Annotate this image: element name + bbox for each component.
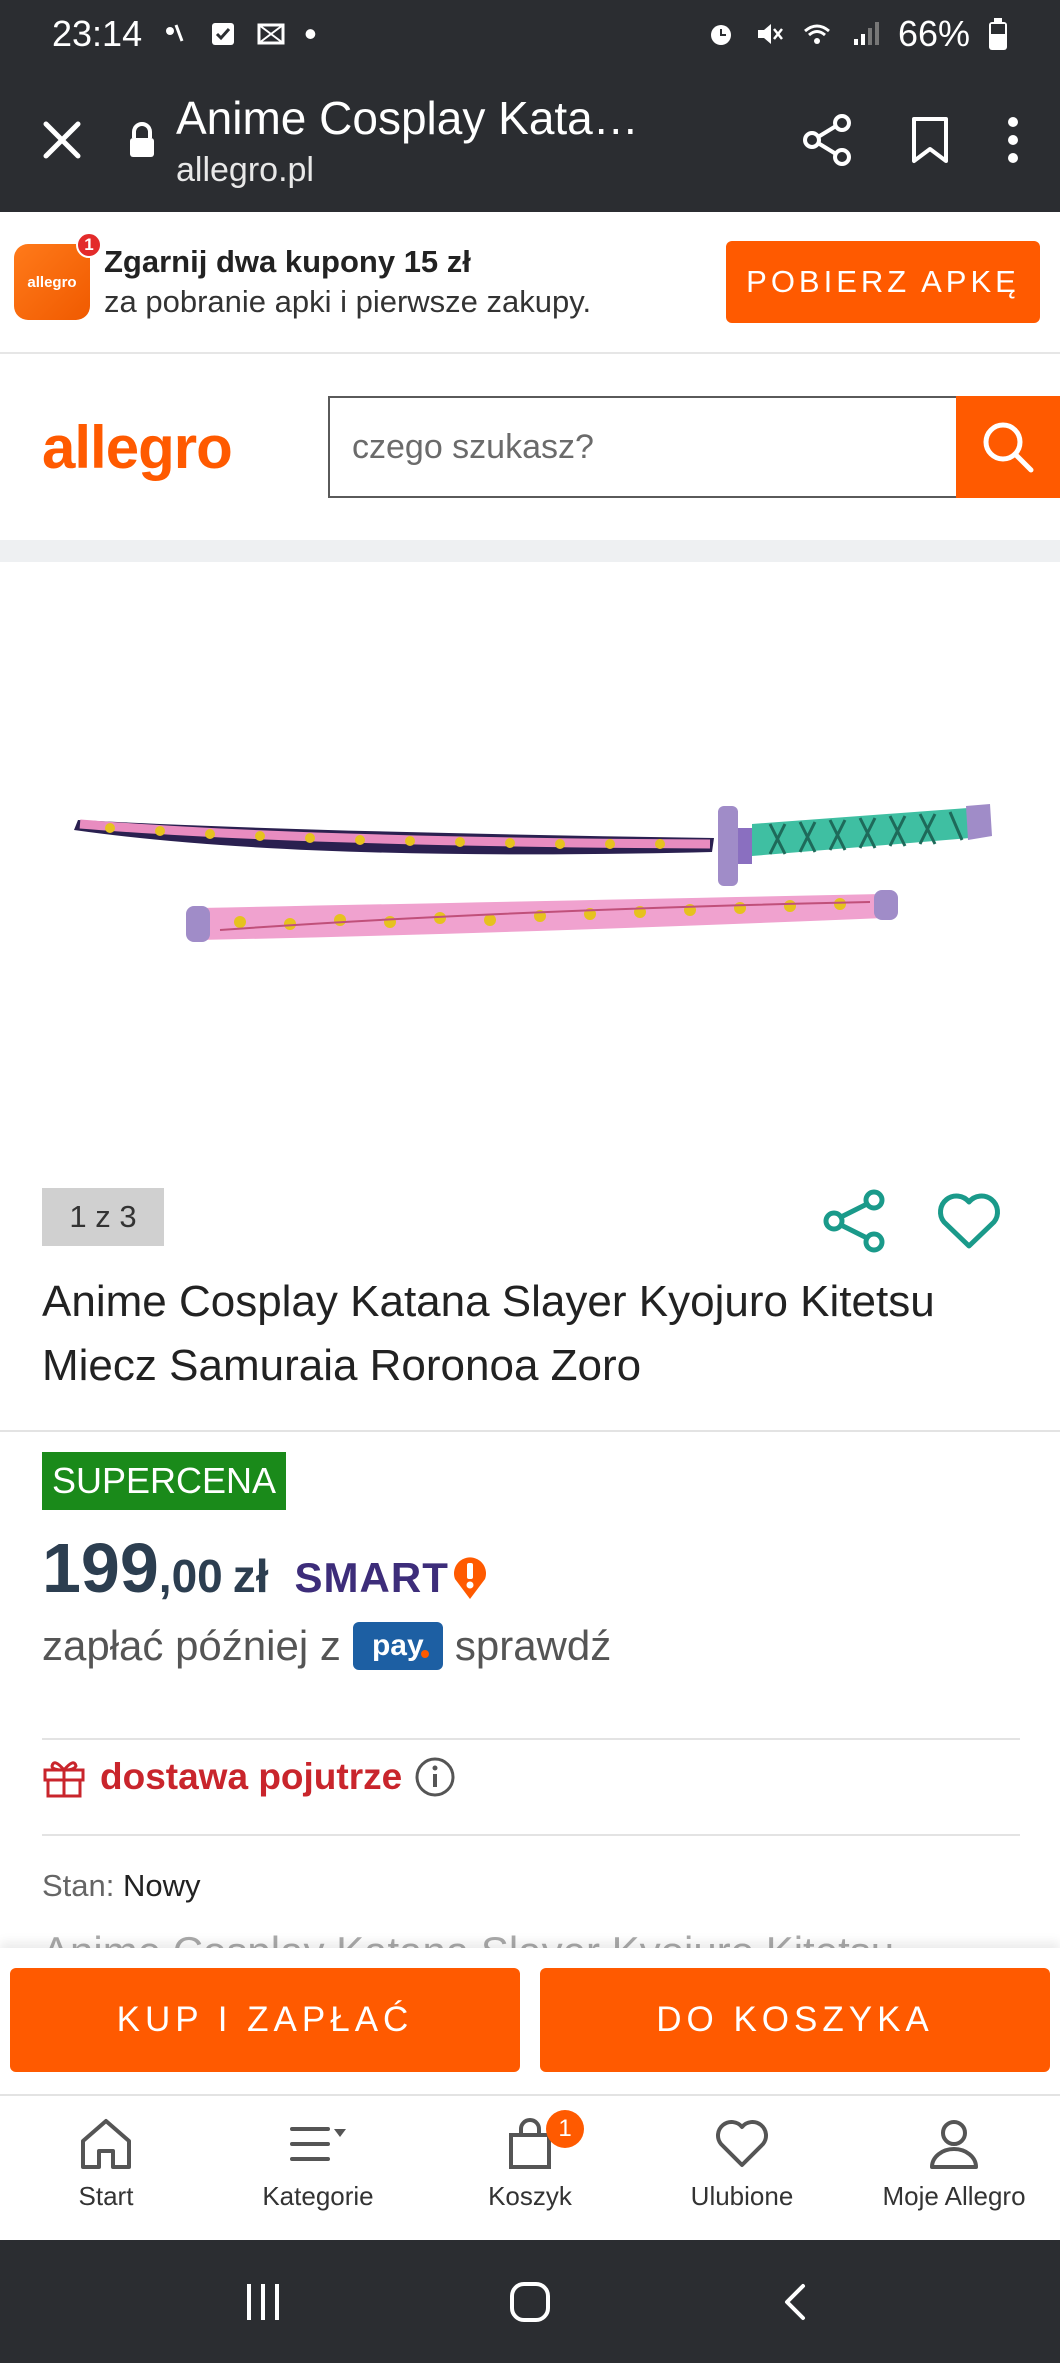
close-icon[interactable] bbox=[42, 120, 82, 160]
search-button[interactable] bbox=[956, 396, 1060, 498]
status-bar: 23:14 • 66% bbox=[0, 0, 1060, 68]
bookmark-icon[interactable] bbox=[910, 115, 950, 165]
price-currency: zł bbox=[232, 1550, 269, 1602]
divider bbox=[42, 1738, 1020, 1740]
price-decimal: ,00 bbox=[158, 1550, 223, 1602]
app-icon bbox=[257, 23, 285, 45]
wifi-icon bbox=[803, 24, 830, 44]
nav-moje-allegro[interactable]: Moje Allegro bbox=[848, 2096, 1060, 2232]
product-image bbox=[74, 804, 992, 942]
address-bar[interactable]: Anime Cosplay Katana Slayer Kyojuro alle… bbox=[176, 91, 802, 190]
purchase-action-bar: KUP I ZAPŁAĆ DO KOSZYKA bbox=[0, 1948, 1060, 2094]
pay-badge-label: pay bbox=[371, 1629, 424, 1662]
signal-icon bbox=[853, 22, 879, 45]
share-icon[interactable] bbox=[802, 113, 854, 167]
site-header: allegro czego szukasz? bbox=[0, 356, 1060, 538]
condition-row: Stan: Nowy bbox=[42, 1868, 201, 1904]
battery-text: 66% bbox=[897, 13, 970, 54]
section-separator bbox=[0, 540, 1060, 562]
supercena-badge: SUPERCENA bbox=[42, 1452, 286, 1510]
home-icon bbox=[81, 2118, 131, 2169]
nav-moje-allegro-label: Moje Allegro bbox=[882, 2180, 1026, 2211]
info-icon[interactable] bbox=[414, 1756, 456, 1798]
browser-toolbar: Anime Cosplay Katana Slayer Kyojuro alle… bbox=[0, 68, 1060, 212]
condition-label: Stan: bbox=[42, 1868, 115, 1903]
smart-badge[interactable]: SMART bbox=[295, 1554, 489, 1602]
checkbox-icon bbox=[212, 23, 235, 45]
cart-count-badge: 1 bbox=[546, 2110, 584, 2148]
page-url: allegro.pl bbox=[176, 150, 314, 189]
delivery-text: dostawa pojutrze bbox=[100, 1756, 403, 1797]
nav-koszyk-label: Koszyk bbox=[488, 2180, 572, 2211]
mute-icon bbox=[757, 24, 783, 44]
buy-now-button[interactable]: KUP I ZAPŁAĆ bbox=[10, 1968, 520, 2072]
pay-later-check-link[interactable]: sprawdź bbox=[455, 1622, 611, 1670]
promo-subtitle: za pobranie apki i pierwsze zakupy. bbox=[104, 284, 592, 319]
user-icon bbox=[930, 2119, 978, 2169]
page-title: Anime Cosplay Katana Slayer Kyojuro bbox=[176, 91, 656, 144]
share-icon[interactable] bbox=[822, 1188, 888, 1254]
product-title: Anime Cosplay Katana Slayer Kyojuro Kite… bbox=[42, 1277, 935, 1390]
download-app-button[interactable]: POBIERZ APKĘ bbox=[726, 241, 1040, 323]
search-bar: czego szukasz? bbox=[328, 396, 1060, 498]
gift-icon bbox=[43, 1761, 85, 1798]
nav-start[interactable]: Start bbox=[0, 2096, 212, 2232]
battery-icon bbox=[989, 18, 1007, 50]
system-navigation-bar bbox=[0, 2240, 1060, 2363]
nav-ulubione-label: Ulubione bbox=[690, 2180, 794, 2211]
favorite-heart-icon[interactable] bbox=[936, 1190, 1002, 1252]
more-menu-icon[interactable] bbox=[1006, 116, 1020, 164]
app-icon[interactable]: allegro 1 bbox=[14, 232, 102, 320]
notification-icon bbox=[166, 24, 184, 42]
allegro-logo[interactable]: allegro bbox=[42, 413, 286, 482]
delivery-info[interactable]: dostawa pojutrze bbox=[42, 1756, 456, 1798]
price: 199 ,00 zł SMART bbox=[42, 1528, 489, 1608]
menu-icon bbox=[290, 2126, 346, 2161]
smart-exclamation-icon bbox=[453, 1557, 486, 1599]
status-time: 23:14 bbox=[52, 13, 143, 54]
condition-value: Nowy bbox=[123, 1868, 201, 1903]
divider bbox=[42, 1834, 1020, 1836]
lock-icon bbox=[130, 122, 154, 157]
dot-icon: • bbox=[304, 13, 317, 54]
allegro-pay-badge: pay bbox=[352, 1622, 443, 1670]
add-to-cart-button[interactable]: DO KOSZYKA bbox=[540, 1968, 1050, 2072]
nav-start-label: Start bbox=[78, 2180, 134, 2211]
smart-label: SMART bbox=[294, 1554, 449, 1601]
nav-ulubione[interactable]: Ulubione bbox=[636, 2096, 848, 2232]
recent-apps-icon[interactable] bbox=[241, 2280, 285, 2324]
app-promo-banner: allegro 1 Zgarnij dwa kupony 15 zł za po… bbox=[0, 212, 1060, 354]
product-image-gallery[interactable] bbox=[0, 562, 1060, 1152]
pay-later-row[interactable]: zapłać później z pay sprawdź bbox=[42, 1622, 611, 1670]
heart-icon bbox=[716, 2119, 768, 2167]
alarm-icon bbox=[710, 25, 731, 45]
home-button-icon[interactable] bbox=[508, 2280, 552, 2324]
promo-title: Zgarnij dwa kupony 15 zł bbox=[104, 244, 471, 279]
divider bbox=[0, 1430, 1060, 1432]
price-integer: 199 bbox=[42, 1529, 159, 1607]
pay-later-prefix: zapłać później z bbox=[42, 1622, 341, 1669]
promo-badge: 1 bbox=[76, 232, 102, 258]
bottom-navigation: Start Kategorie 1 Koszyk Ulubione Moje A… bbox=[0, 2094, 1060, 2232]
image-counter: 1 z 3 bbox=[42, 1188, 164, 1246]
search-icon bbox=[983, 422, 1034, 473]
back-icon[interactable] bbox=[775, 2280, 819, 2324]
nav-kategorie-label: Kategorie bbox=[262, 2180, 374, 2211]
nav-koszyk[interactable]: 1 Koszyk bbox=[424, 2096, 636, 2232]
app-icon-label: allegro bbox=[27, 273, 77, 291]
search-input[interactable]: czego szukasz? bbox=[328, 396, 956, 498]
nav-kategorie[interactable]: Kategorie bbox=[212, 2096, 424, 2232]
